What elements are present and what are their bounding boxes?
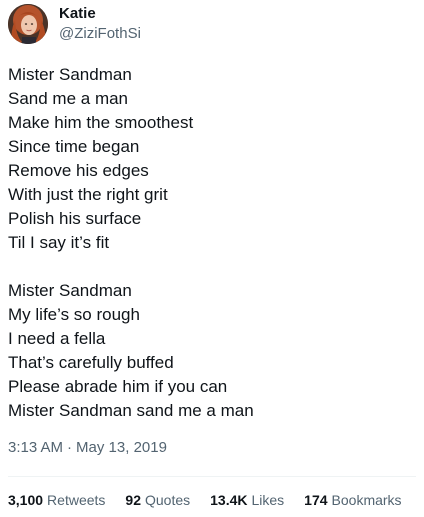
bookmarks-label: Bookmarks — [331, 492, 402, 508]
tweet-line: With just the right grit — [8, 185, 168, 204]
tweet-line: Mister Sandman — [8, 281, 132, 300]
quotes-label: Quotes — [144, 492, 191, 508]
author-handle[interactable]: @ZiziFothSi — [59, 24, 141, 44]
bookmarks-count: 174 — [304, 492, 328, 508]
tweet-line: My life’s so rough — [8, 305, 140, 324]
stanza-1: Mister Sandman Sand me a man Make him th… — [8, 63, 416, 255]
tweet-line: Please abrade him if you can — [8, 377, 228, 396]
tweet-time: 3:13 AM — [8, 439, 64, 456]
tweet-line: Mister Sandman sand me a man — [8, 401, 254, 420]
stanza-2: Mister Sandman My life’s so rough I need… — [8, 279, 416, 423]
tweet-line: That’s carefully buffed — [8, 353, 174, 372]
author-display-name[interactable]: Katie — [59, 4, 141, 24]
likes-stat[interactable]: 13.4K Likes — [210, 490, 284, 510]
author-names: Katie @ZiziFothSi — [59, 4, 141, 44]
tweet-line: Remove his edges — [8, 161, 149, 180]
tweet-line: Polish his surface — [8, 209, 142, 228]
tweet-line: I need a fella — [8, 329, 106, 348]
tweet-header: Katie @ZiziFothSi — [8, 4, 141, 44]
tweet-timestamp[interactable]: 3:13 AM · May 13, 2019 — [8, 438, 167, 458]
timestamp-separator: · — [67, 439, 73, 456]
quotes-stat[interactable]: 92 Quotes — [125, 490, 190, 510]
retweets-count: 3,100 — [8, 492, 44, 508]
retweets-stat[interactable]: 3,100 Retweets — [8, 490, 105, 510]
profile-photo-icon — [8, 4, 48, 44]
tweet-line: Sand me a man — [8, 89, 129, 108]
tweet-line: Til I say it’s fit — [8, 233, 110, 252]
tweet-text: Mister Sandman Sand me a man Make him th… — [8, 63, 416, 423]
quotes-count: 92 — [125, 492, 141, 508]
tweet-line: Make him the smoothest — [8, 113, 194, 132]
tweet-date: May 13, 2019 — [76, 439, 167, 456]
engagement-stats: 3,100 Retweets 92 Quotes 13.4K Likes 174 Boo… — [8, 490, 402, 510]
tweet-line: Mister Sandman — [8, 65, 132, 84]
divider — [8, 476, 416, 477]
avatar[interactable] — [8, 4, 48, 44]
tweet-card: Katie @ZiziFothSi Mister Sandman Sand me… — [0, 0, 424, 517]
retweets-label: Retweets — [47, 492, 106, 508]
likes-count: 13.4K — [210, 492, 248, 508]
likes-label: Likes — [251, 492, 285, 508]
bookmarks-stat[interactable]: 174 Bookmarks — [304, 490, 401, 510]
tweet-line: Since time began — [8, 137, 140, 156]
